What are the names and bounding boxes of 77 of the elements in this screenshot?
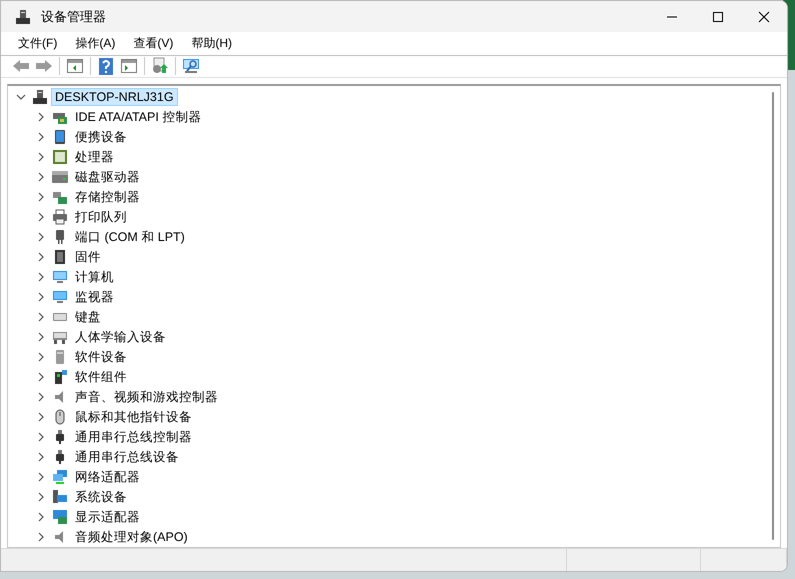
- tree-item[interactable]: IDE ATA/ATAPI 控制器: [71, 106, 206, 128]
- monitor-icon: [52, 289, 68, 306]
- chip-icon: [52, 149, 68, 166]
- update-driver-icon: [151, 57, 169, 76]
- back-arrow-icon: [12, 59, 30, 74]
- computer-icon: [52, 269, 68, 286]
- expand-chevron-icon[interactable]: [36, 232, 46, 242]
- menu-item[interactable]: 帮助(H): [182, 32, 241, 54]
- expand-chevron-icon[interactable]: [36, 332, 46, 342]
- drive-icon: [52, 169, 68, 186]
- expand-chevron-icon[interactable]: [36, 192, 46, 202]
- expand-chevron-icon[interactable]: [36, 312, 46, 322]
- window-title: 设备管理器: [41, 8, 107, 26]
- expand-chevron-icon[interactable]: [36, 372, 46, 382]
- component-icon: [52, 369, 68, 386]
- tree-item[interactable]: 通用串行总线控制器: [71, 426, 196, 448]
- tree-item[interactable]: 软件设备: [71, 346, 131, 368]
- maximize-icon: [712, 10, 724, 22]
- expand-chevron-icon[interactable]: [36, 212, 46, 222]
- expand-chevron-icon[interactable]: [36, 492, 46, 502]
- menu-item[interactable]: 查看(V): [124, 32, 182, 54]
- help-icon: [99, 58, 113, 75]
- tree-item[interactable]: 显示适配器: [71, 506, 144, 528]
- network-icon: [52, 469, 68, 486]
- tree-item[interactable]: 网络适配器: [71, 466, 144, 488]
- tree-item[interactable]: 监视器: [71, 286, 118, 308]
- printer-icon: [52, 209, 68, 226]
- expand-chevron-icon[interactable]: [36, 112, 46, 122]
- tree-item[interactable]: 键盘: [71, 306, 105, 328]
- display-adapter-icon: [52, 509, 68, 526]
- tree-item[interactable]: 音频处理对象(APO): [71, 526, 192, 548]
- expand-chevron-icon[interactable]: [36, 392, 46, 402]
- storage-controller-icon: [52, 189, 68, 206]
- panel-icon: [121, 59, 137, 74]
- expand-chevron-icon[interactable]: [36, 472, 46, 482]
- monitor-magnifier-icon: [182, 58, 200, 74]
- expand-chevron-icon[interactable]: [36, 252, 46, 262]
- tree-item[interactable]: 鼠标和其他指针设备: [71, 406, 196, 428]
- tree-item[interactable]: 端口 (COM 和 LPT): [71, 226, 189, 248]
- tree-item[interactable]: 固件: [71, 246, 105, 268]
- expand-chevron-icon[interactable]: [36, 132, 46, 142]
- computer-tower-icon: [15, 8, 31, 24]
- expand-chevron-icon[interactable]: [36, 452, 46, 462]
- tree-item[interactable]: 声音、视频和游戏控制器: [71, 386, 222, 408]
- tree-item[interactable]: 磁盘驱动器: [71, 166, 144, 188]
- tree-item[interactable]: 通用串行总线设备: [71, 446, 183, 468]
- tree-item[interactable]: 人体学输入设备: [71, 326, 170, 348]
- firmware-chip-icon: [52, 249, 68, 266]
- tree-item[interactable]: 打印队列: [71, 206, 131, 228]
- computer-tower-icon: [32, 89, 48, 106]
- panel-icon: [67, 59, 83, 74]
- forward-arrow-icon: [35, 59, 53, 74]
- expand-chevron-icon[interactable]: [36, 172, 46, 182]
- tree-item[interactable]: 处理器: [71, 146, 118, 168]
- tree-item[interactable]: 存储控制器: [71, 186, 144, 208]
- scrollbar-thumb[interactable]: [772, 92, 774, 540]
- toolbar-button[interactable]: [96, 56, 116, 76]
- expand-chevron-icon[interactable]: [36, 532, 46, 542]
- expand-chevron-icon[interactable]: [36, 432, 46, 442]
- expand-chevron-icon[interactable]: [16, 92, 26, 102]
- tree-item[interactable]: 计算机: [71, 266, 118, 288]
- expand-chevron-icon[interactable]: [36, 272, 46, 282]
- tree-item[interactable]: 软件组件: [71, 366, 131, 388]
- expand-chevron-icon[interactable]: [36, 412, 46, 422]
- menu-item[interactable]: 操作(A): [66, 32, 124, 54]
- expand-chevron-icon[interactable]: [36, 512, 46, 522]
- menu-item[interactable]: 文件(F): [9, 32, 66, 54]
- expand-chevron-icon[interactable]: [36, 152, 46, 162]
- system-device-icon: [52, 489, 68, 506]
- tree-item[interactable]: DESKTOP-NRLJ31G: [51, 88, 178, 106]
- input-device-icon: [52, 329, 68, 346]
- expand-chevron-icon[interactable]: [36, 352, 46, 362]
- close-icon: [758, 10, 770, 22]
- tree-item[interactable]: 便携设备: [71, 126, 131, 148]
- tree-item[interactable]: 系统设备: [71, 486, 131, 508]
- expand-chevron-icon[interactable]: [36, 292, 46, 302]
- tablet-icon: [52, 129, 68, 146]
